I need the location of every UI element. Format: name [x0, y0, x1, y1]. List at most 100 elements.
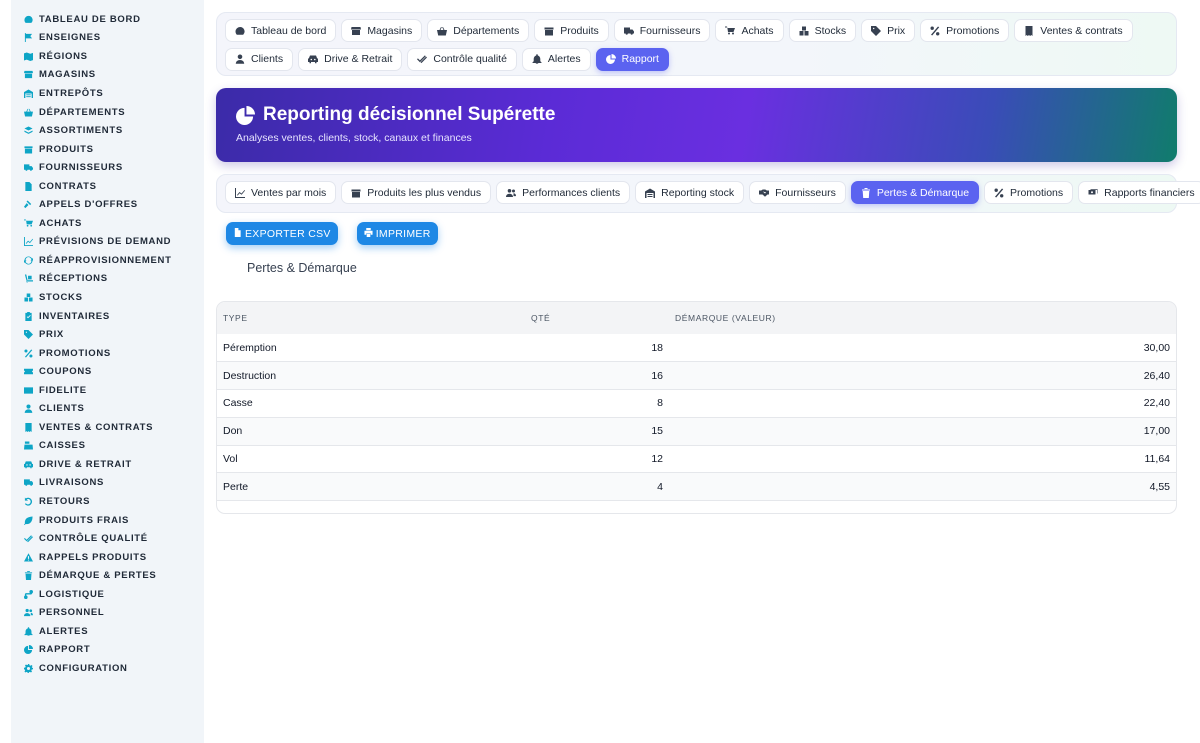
receipt-icon: [1024, 25, 1040, 36]
export-csv-button[interactable]: EXPORTER CSV: [226, 222, 338, 245]
sidebar-item-label: APPELS D'OFFRES: [39, 199, 138, 211]
nav-tab-promotions[interactable]: Promotions: [920, 19, 1010, 42]
sidebar-item-contrats[interactable]: CONTRATS: [11, 177, 204, 196]
sidebar-item-appels-d-offres[interactable]: APPELS D'OFFRES: [11, 195, 204, 214]
nav-tab-tableau-de-bord[interactable]: Tableau de bord: [225, 19, 337, 42]
table-row: Péremption 18 30,00: [217, 334, 1176, 363]
sync-icon: [24, 256, 33, 265]
users-icon: [24, 608, 33, 617]
sidebar-item-alertes[interactable]: ALERTES: [11, 622, 204, 641]
sidebar-item-reapprovisionnement[interactable]: RÉAPPROVISIONNEMENT: [11, 251, 204, 270]
nav-tab-label: Ventes & contrats: [1040, 24, 1123, 37]
sidebar-item-assortiments[interactable]: ASSORTIMENTS: [11, 121, 204, 140]
report-tab-rapports-financiers[interactable]: Rapports financiers: [1078, 181, 1200, 204]
nav-tab-stocks[interactable]: Stocks: [788, 19, 857, 42]
sidebar-item-regions[interactable]: RÉGIONS: [11, 47, 204, 66]
sidebar-item-label: FIDELITE: [39, 384, 87, 396]
sidebar-item-achats[interactable]: ACHATS: [11, 214, 204, 233]
nav-tab-rapport[interactable]: Rapport: [595, 47, 669, 71]
sidebar-item-tableau-de-bord[interactable]: TABLEAU DE BORD: [11, 10, 204, 29]
sidebar-item-label: RAPPORT: [39, 644, 91, 656]
tag-icon: [871, 25, 887, 36]
sidebar-item-caisses[interactable]: CAISSES: [11, 437, 204, 456]
main-content: Tableau de bord Magasins Départements Produ…: [216, 12, 1200, 515]
report-tab-promotions[interactable]: Promotions: [984, 181, 1074, 204]
report-tab-ventes-par-mois[interactable]: Ventes par mois: [225, 181, 337, 204]
cell-qty: 4: [525, 472, 669, 502]
sidebar-item-retours[interactable]: RETOURS: [11, 492, 204, 511]
losses-table-card: TYPE QTÉ DÉMARQUE (VALEUR) Péremption 18 3…: [216, 301, 1177, 515]
print-button[interactable]: IMPRIMER: [356, 222, 438, 245]
sidebar-item-coupons[interactable]: COUPONS: [11, 362, 204, 381]
sidebar-item-label: FOURNISSEURS: [39, 162, 123, 174]
cart-icon: [24, 219, 33, 228]
report-tab-label: Performances clients: [522, 186, 621, 199]
sidebar-item-label: CLIENTS: [39, 403, 85, 415]
sidebar-item-rappels-produits[interactable]: RAPPELS PRODUITS: [11, 548, 204, 567]
check-double-icon: [417, 54, 433, 64]
app-root: TABLEAU DE BORD ENSEIGNES RÉGIONS MAGASINS E…: [0, 0, 1200, 743]
sidebar-item-clients[interactable]: CLIENTS: [11, 399, 204, 418]
nav-tab-produits[interactable]: Produits: [534, 19, 609, 42]
user-icon: [24, 404, 33, 414]
cell-qty: 8: [525, 389, 669, 418]
basket-icon: [24, 108, 33, 117]
sidebar-item-fidelite[interactable]: FIDELITE: [11, 381, 204, 400]
sidebar-item-label: ENSEIGNES: [39, 32, 101, 44]
nav-tab-label: Prix: [887, 24, 906, 37]
sidebar-item-drive-retrait[interactable]: DRIVE & RETRAIT: [11, 455, 204, 474]
report-tab-produits-les-plus-vendus[interactable]: Produits les plus vendus: [341, 181, 492, 204]
report-tab-reporting-stock[interactable]: Reporting stock: [635, 181, 745, 204]
sidebar-item-enseignes[interactable]: ENSEIGNES: [11, 29, 204, 48]
sidebar-item-demarque-pertes[interactable]: DÉMARQUE & PERTES: [11, 566, 204, 585]
report-tab-fournisseurs[interactable]: Fournisseurs: [749, 181, 846, 204]
sidebar-item-livraisons[interactable]: LIVRAISONS: [11, 474, 204, 493]
nav-tab-magasins[interactable]: Magasins: [341, 19, 423, 42]
cell-type: Destruction: [217, 361, 525, 391]
sidebar-item-label: ALERTES: [39, 625, 89, 637]
report-tab-pertes-demarque[interactable]: Pertes & Démarque: [850, 181, 980, 204]
sidebar-item-entrepots[interactable]: ENTREPÔTS: [11, 84, 204, 103]
id-card-icon: [24, 386, 33, 395]
sidebar-item-previsions-de-demand[interactable]: PRÉVISIONS DE DEMAND: [11, 233, 204, 252]
report-tabs: Ventes par mois Produits les plus vendus P…: [216, 174, 1200, 213]
sidebar-item-personnel[interactable]: PERSONNEL: [11, 604, 204, 623]
nav-tab-label: Contrôle qualité: [433, 53, 507, 65]
cell-qty: 12: [525, 445, 669, 474]
sidebar-item-configuration[interactable]: CONFIGURATION: [11, 659, 204, 678]
nav-tab-fournisseurs[interactable]: Fournisseurs: [613, 19, 711, 42]
report-tab-label: Reporting stock: [661, 186, 735, 199]
nav-tab-controle-qualite[interactable]: Contrôle qualité: [407, 47, 517, 71]
report-tab-performances-clients[interactable]: Performances clients: [496, 181, 631, 204]
sidebar-item-promotions[interactable]: PROMOTIONS: [11, 344, 204, 363]
flag-icon: [24, 33, 33, 43]
sidebar-item-fournisseurs[interactable]: FOURNISSEURS: [11, 158, 204, 177]
sidebar-item-label: CAISSES: [39, 440, 86, 452]
nav-tab-achats[interactable]: Achats: [715, 19, 784, 42]
nav-tab-drive-retrait[interactable]: Drive & Retrait: [298, 47, 403, 71]
sidebar-item-logistique[interactable]: LOGISTIQUE: [11, 585, 204, 604]
report-tab-label: Produits les plus vendus: [367, 186, 482, 199]
nav-tab-label: Drive & Retrait: [324, 53, 393, 65]
sidebar-item-departements[interactable]: DÉPARTEMENTS: [11, 103, 204, 122]
nav-tab-prix[interactable]: Prix: [861, 19, 916, 42]
sidebar-item-rapport[interactable]: RAPPORT: [11, 641, 204, 660]
bell-icon: [24, 627, 33, 636]
nav-tab-clients[interactable]: Clients: [225, 47, 294, 71]
sidebar-item-produits[interactable]: PRODUITS: [11, 140, 204, 159]
sidebar-item-stocks[interactable]: STOCKS: [11, 288, 204, 307]
trash-icon: [24, 571, 33, 581]
sidebar-item-controle-qualite[interactable]: CONTRÔLE QUALITÉ: [11, 529, 204, 548]
sidebar-item-produits-frais[interactable]: PRODUITS FRAIS: [11, 511, 204, 530]
sidebar-item-receptions[interactable]: RÉCEPTIONS: [11, 270, 204, 289]
sidebar-item-prix[interactable]: PRIX: [11, 325, 204, 344]
sidebar-item-ventes-contrats[interactable]: VENTES & CONTRATS: [11, 418, 204, 437]
export-csv-label: EXPORTER CSV: [245, 227, 331, 240]
sidebar-item-inventaires[interactable]: INVENTAIRES: [11, 307, 204, 326]
nav-tab-alertes[interactable]: Alertes: [521, 47, 591, 71]
sidebar-item-magasins[interactable]: MAGASINS: [11, 66, 204, 85]
nav-tab-ventes-contrats[interactable]: Ventes & contrats: [1014, 19, 1133, 42]
nav-tab-departements[interactable]: Départements: [427, 19, 530, 42]
column-header-type: TYPE: [217, 302, 525, 334]
report-tab-label: Ventes par mois: [251, 186, 327, 199]
